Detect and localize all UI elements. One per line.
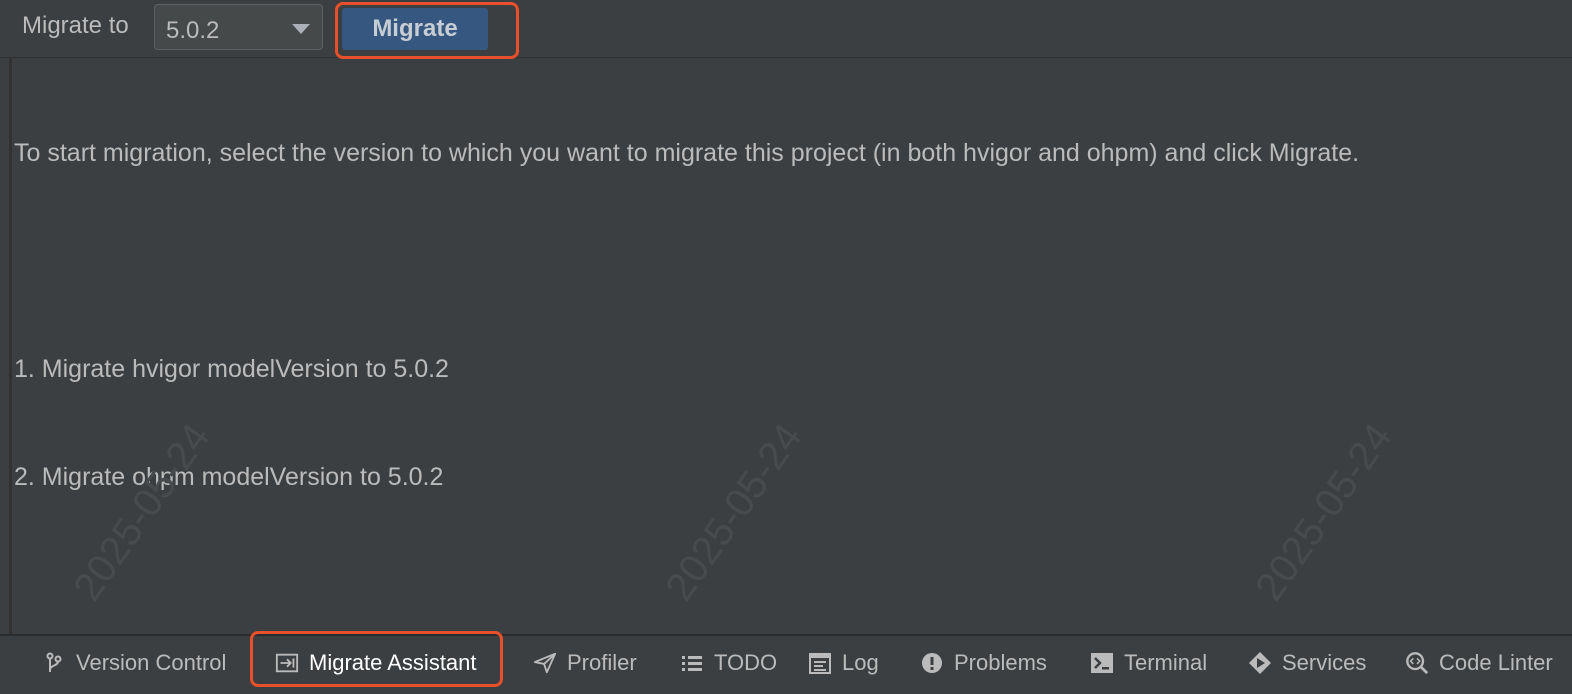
left-gutter [9,58,12,634]
alert-icon [920,651,944,675]
linter-icon [1405,651,1429,675]
version-select[interactable]: 5.0.2 [154,4,323,50]
migration-description: To start migration, select the version t… [14,63,1359,531]
log-icon [808,651,832,675]
list-icon [680,651,704,675]
migrate-to-label: Migrate to [22,12,129,39]
paper-plane-icon [533,651,557,675]
tab-label: Profiler [567,650,637,675]
migrate-toolbar: Migrate to 5.0.2 Migrate [0,0,1572,58]
tab-label: Version Control [76,650,227,675]
tab-label: Log [842,650,879,675]
intro-text: To start migration, select the version t… [14,139,1360,167]
version-select-value: 5.0.2 [166,17,220,44]
step-item: 2. Migrate ohpm modelVersion to 5.0.2 [14,463,444,491]
tab-services[interactable]: Services [1248,648,1366,678]
tab-problems[interactable]: Problems [920,648,1047,678]
tab-code-linter[interactable]: Code Linter [1405,648,1553,678]
terminal-icon [1090,651,1114,675]
migrate-icon [275,651,299,675]
tab-label: Terminal [1124,650,1208,675]
tool-window-bar: Version Control Migrate Assistant Profil… [0,634,1572,694]
migrate-button[interactable]: Migrate [342,8,488,50]
tab-label: Code Linter [1439,650,1553,675]
tab-terminal[interactable]: Terminal [1090,648,1207,678]
step-item: 1. Migrate hvigor modelVersion to 5.0.2 [14,355,449,383]
tab-profiler[interactable]: Profiler [533,648,637,678]
branch-icon [42,651,66,675]
chevron-down-icon [292,24,310,34]
tab-label: Problems [954,650,1047,675]
tab-label: Services [1282,650,1367,675]
play-icon [1248,651,1272,675]
tab-todo[interactable]: TODO [680,648,777,678]
tab-migrate-assistant[interactable]: Migrate Assistant [275,648,477,678]
tab-log[interactable]: Log [808,648,879,678]
tab-label: Migrate Assistant [309,650,477,675]
tab-version-control[interactable]: Version Control [42,648,226,678]
tab-label: TODO [714,650,778,675]
